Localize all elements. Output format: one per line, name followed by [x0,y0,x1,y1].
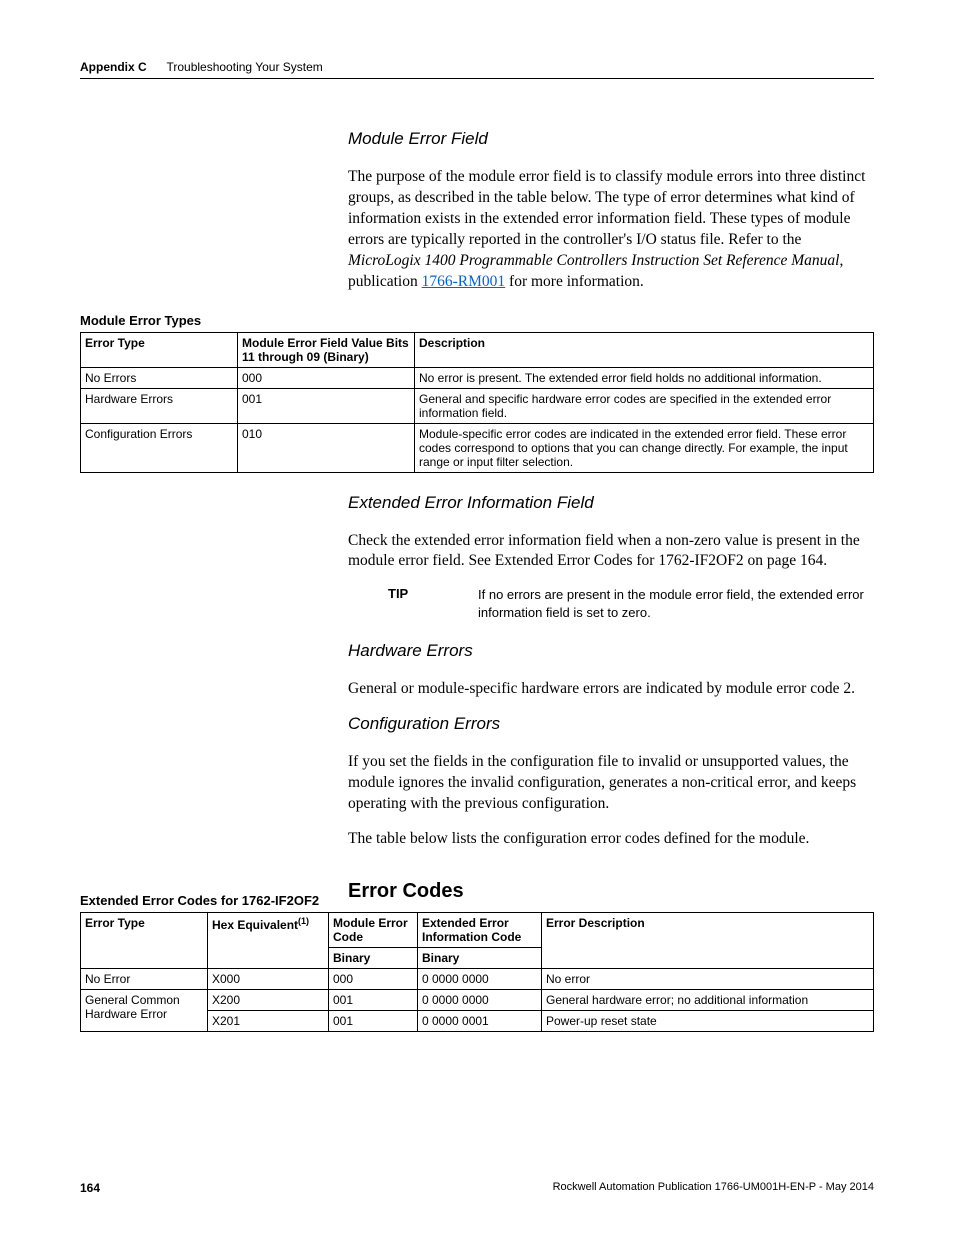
table-row: Configuration Errors 010 Module-specific… [81,423,874,472]
para-extended-error-info: Check the extended error information fie… [348,531,874,573]
para-config-errors-2: The table below lists the configuration … [348,829,874,850]
table-row: Hardware Errors 001 General and specific… [81,388,874,423]
table-extended-error-codes: Error Type Hex Equivalent(1) Module Erro… [80,912,874,1032]
th-extended-error-info-code: Extended Error Information Code [418,913,542,948]
tip-label: TIP [388,586,478,621]
chapter-title: Troubleshooting Your System [166,60,322,74]
th-error-description: Error Description [542,913,874,969]
table-title-module-error-types: Module Error Types [80,313,874,328]
heading-extended-error-info: Extended Error Information Field [348,493,874,513]
para-hardware-errors: General or module-specific hardware erro… [348,679,874,700]
link-1766-rm001[interactable]: 1766-RM001 [422,273,506,290]
th-binary-1: Binary [329,948,418,969]
page-number: 164 [80,1181,100,1195]
page-footer: 164 Rockwell Automation Publication 1766… [80,1181,874,1195]
table-row: No Errors 000 No error is present. The e… [81,367,874,388]
heading-hardware-errors: Hardware Errors [348,641,874,661]
para-module-error-field: The purpose of the module error field is… [348,167,874,293]
para-config-errors-1: If you set the fields in the configurati… [348,752,874,815]
th-error-type: Error Type [81,913,208,969]
th-error-type: Error Type [81,332,238,367]
content-block-2: Extended Error Information Field Check t… [348,493,874,904]
table-row: General Common Hardware Error X200 001 0… [81,990,874,1011]
document-page: Appendix C Troubleshooting Your System M… [0,0,954,1235]
appendix-label: Appendix C [80,60,147,74]
th-field-value: Module Error Field Value Bits 11 through… [238,332,415,367]
table-title-extended-error-codes: Extended Error Codes for 1762-IF2OF2 [80,893,874,908]
th-hex-equivalent: Hex Equivalent(1) [208,913,329,969]
tip-box: TIP If no errors are present in the modu… [388,586,874,621]
publication-info: Rockwell Automation Publication 1766-UM0… [553,1181,874,1195]
th-description: Description [415,332,874,367]
page-header: Appendix C Troubleshooting Your System [80,60,874,79]
tip-text: If no errors are present in the module e… [478,586,874,621]
heading-configuration-errors: Configuration Errors [348,714,874,734]
heading-module-error-field: Module Error Field [348,129,874,149]
table-row: No Error X000 000 0 0000 0000 No error [81,969,874,990]
table-module-error-types: Error Type Module Error Field Value Bits… [80,332,874,473]
th-module-error-code: Module Error Code [329,913,418,948]
th-binary-2: Binary [418,948,542,969]
content-block-1: Module Error Field The purpose of the mo… [348,129,874,293]
